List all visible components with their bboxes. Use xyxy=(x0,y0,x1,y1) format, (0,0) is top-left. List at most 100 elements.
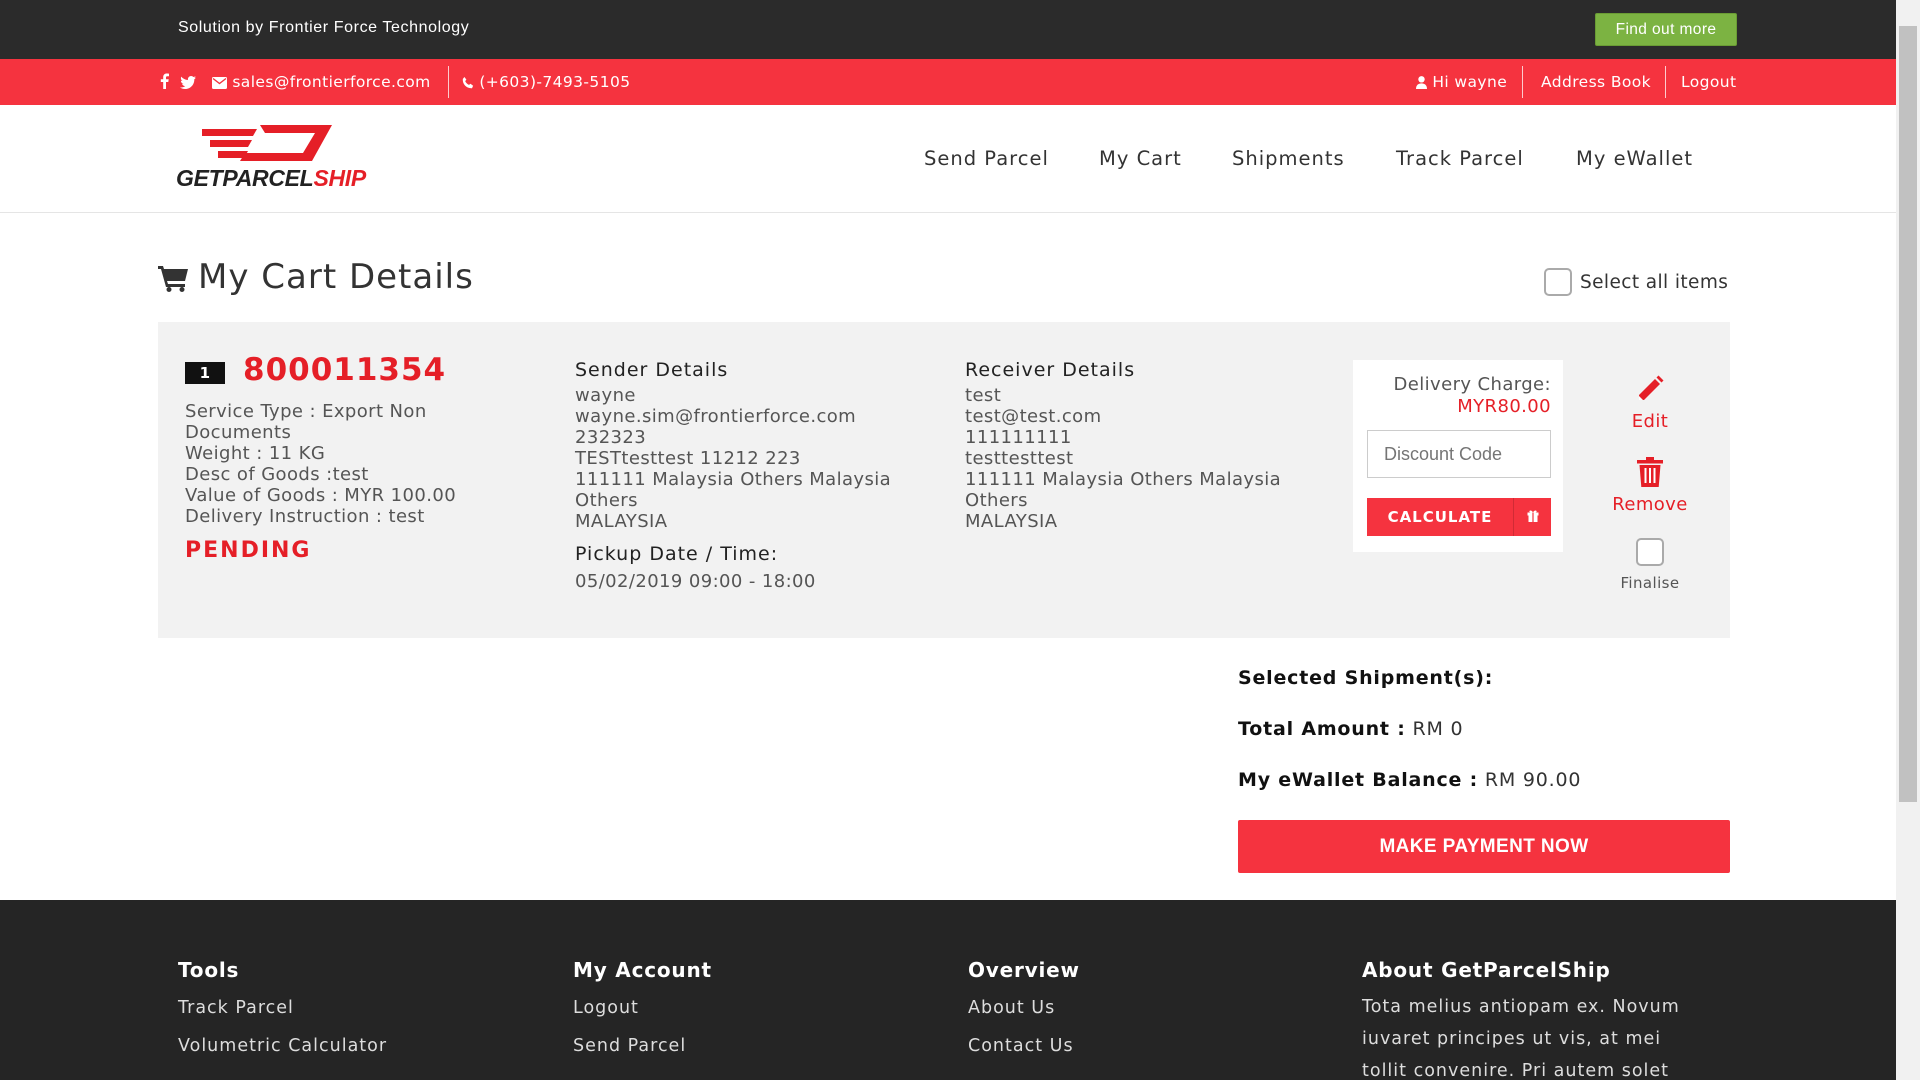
top-banner: Solution by Frontier Force Technology Fi… xyxy=(0,0,1896,59)
pickup-value: 05/02/2019 09:00 - 18:00 xyxy=(575,571,816,592)
pickup-title: Pickup Date / Time: xyxy=(575,543,779,565)
calculate-label: CALCULATE xyxy=(1387,508,1493,526)
footer-link-volumetric-calculator[interactable]: Volumetric Calculator xyxy=(178,1036,387,1074)
delivery-charge-amount: MYR80.00 xyxy=(1457,396,1551,417)
delivery-charge-box: Delivery Charge: MYR80.00 CALCULATE xyxy=(1353,360,1563,552)
sender-line: 111111 Malaysia Others Malaysia Others xyxy=(575,469,892,511)
trash-icon xyxy=(1637,457,1663,487)
solution-by-text: Solution by Frontier Force Technology xyxy=(178,19,470,36)
email-link[interactable]: sales@frontierforce.com xyxy=(212,59,431,105)
discount-code-input[interactable] xyxy=(1367,430,1551,478)
item-index-badge: 1 xyxy=(185,362,225,384)
page-scrollbar[interactable] xyxy=(1896,0,1920,1080)
value-of-goods: Value of Goods : MYR 100.00 xyxy=(185,485,457,506)
find-out-more-button[interactable]: Find out more xyxy=(1595,13,1737,46)
select-all-items[interactable]: Select all items xyxy=(1544,268,1728,296)
nav-send-parcel[interactable]: Send Parcel xyxy=(924,105,1049,213)
sender-details: Sender Details wayne wayne.sim@frontierf… xyxy=(575,359,955,593)
sender-line: TESTtesttest 11212 223 xyxy=(575,448,801,469)
contact-bar: sales@frontierforce.com (+603)-7493-5105… xyxy=(0,59,1896,105)
footer-about-text: Tota melius antiopam ex. Novum iuvaret p… xyxy=(1362,997,1680,1080)
footer-link-contact-us[interactable]: Contact Us xyxy=(968,1036,1080,1074)
receiver-line: test xyxy=(965,385,1002,406)
footer-tools-title: Tools xyxy=(178,958,240,982)
remove-action[interactable]: Remove xyxy=(1595,457,1705,515)
delivery-instruction: Delivery Instruction : test xyxy=(185,506,425,527)
nav-track-parcel[interactable]: Track Parcel xyxy=(1396,105,1524,213)
total-amount: Total Amount : RM 0 xyxy=(1238,718,1463,740)
phone-icon xyxy=(462,77,474,89)
finalise-label: Finalise xyxy=(1620,574,1680,592)
sender-line: MALAYSIA xyxy=(575,511,668,532)
footer-about-title: About GetParcelShip xyxy=(1362,958,1611,982)
receiver-line: testtesttest xyxy=(965,448,1074,469)
total-amount-value: RM 0 xyxy=(1412,718,1464,740)
receiver-line: 111111111 xyxy=(965,427,1072,448)
sender-line: wayne xyxy=(575,385,636,406)
desc-of-goods: Desc of Goods :test xyxy=(185,464,369,485)
finalise-action[interactable]: Finalise xyxy=(1595,538,1705,592)
selected-shipments-label: Selected Shipment(s): xyxy=(1238,667,1494,689)
delivery-charge-label: Delivery Charge: xyxy=(1393,374,1551,395)
phone-link[interactable]: (+603)-7493-5105 xyxy=(462,59,630,105)
shopping-cart-icon xyxy=(158,266,188,292)
footer-my-account: My Account Logout Send Parcel xyxy=(573,958,712,1074)
logo-text: GETPARCELSHIP xyxy=(176,165,366,191)
nav-my-ewallet[interactable]: My eWallet xyxy=(1576,105,1693,213)
make-payment-button[interactable]: MAKE PAYMENT NOW xyxy=(1238,820,1730,873)
receiver-line: test@test.com xyxy=(965,406,1102,427)
footer-link-logout[interactable]: Logout xyxy=(573,998,712,1036)
site-footer: Tools Track Parcel Volumetric Calculator… xyxy=(0,900,1896,1080)
weight: Weight : 11 KG xyxy=(185,443,326,464)
footer-link-send-parcel[interactable]: Send Parcel xyxy=(573,1036,712,1074)
user-icon xyxy=(1416,76,1427,89)
facebook-icon[interactable] xyxy=(160,59,169,105)
phone-text: (+603)-7493-5105 xyxy=(479,73,631,91)
nav-shipments[interactable]: Shipments xyxy=(1232,105,1345,213)
calculate-button[interactable]: CALCULATE xyxy=(1367,498,1551,536)
footer-overview-title: Overview xyxy=(968,958,1080,982)
footer-link-track-parcel[interactable]: Track Parcel xyxy=(178,998,387,1036)
cart-item-card: 1 800011354 Service Type : Export Non Do… xyxy=(158,322,1730,638)
receiver-details-title: Receiver Details xyxy=(965,359,1136,381)
address-book-link[interactable]: Address Book xyxy=(1541,59,1651,105)
status-badge: PENDING xyxy=(185,538,312,563)
footer-overview: Overview About Us Contact Us xyxy=(968,958,1080,1074)
select-all-checkbox[interactable] xyxy=(1544,268,1572,296)
receiver-line: 111111 Malaysia Others Malaysia Others xyxy=(965,469,1282,511)
page-title-text: My Cart Details xyxy=(198,257,474,297)
edit-label: Edit xyxy=(1631,411,1669,432)
footer-account-title: My Account xyxy=(573,958,712,982)
awb-number: 800011354 xyxy=(243,352,447,388)
getparcelship-logo[interactable]: GETPARCELSHIP xyxy=(176,125,366,195)
page-title: My Cart Details xyxy=(158,257,474,297)
user-greeting[interactable]: Hi wayne xyxy=(1416,59,1507,105)
receiver-details: Receiver Details test test@test.com 1111… xyxy=(965,359,1345,533)
footer-link-about-us[interactable]: About Us xyxy=(968,998,1080,1036)
logo-mark-icon xyxy=(202,125,332,161)
nav-my-cart[interactable]: My Cart xyxy=(1099,105,1182,213)
ewallet-balance: My eWallet Balance : RM 90.00 xyxy=(1238,769,1581,791)
footer-about: About GetParcelShip Tota melius antiopam… xyxy=(1362,958,1697,1080)
finalise-checkbox[interactable] xyxy=(1636,538,1664,566)
logout-link[interactable]: Logout xyxy=(1681,59,1736,105)
gift-icon xyxy=(1513,498,1551,536)
greeting-text: Hi wayne xyxy=(1432,73,1508,91)
service-type: Service Type : Export Non Documents xyxy=(185,401,427,443)
twitter-icon[interactable] xyxy=(180,59,196,105)
select-all-label: Select all items xyxy=(1580,272,1729,293)
envelope-icon xyxy=(212,77,227,89)
ewallet-balance-value: RM 90.00 xyxy=(1484,769,1582,791)
scrollbar-thumb[interactable] xyxy=(1899,26,1917,802)
total-amount-label: Total Amount : xyxy=(1238,718,1406,740)
pencil-icon xyxy=(1639,375,1664,400)
remove-label: Remove xyxy=(1612,494,1688,515)
sender-line: wayne.sim@frontierforce.com xyxy=(575,406,857,427)
ewallet-balance-label: My eWallet Balance : xyxy=(1238,769,1479,791)
receiver-line: MALAYSIA xyxy=(965,511,1058,532)
edit-action[interactable]: Edit xyxy=(1595,374,1705,432)
main-header: GETPARCELSHIP Send Parcel My Cart Shipme… xyxy=(0,105,1896,213)
sender-line: 232323 xyxy=(575,427,647,448)
sender-details-title: Sender Details xyxy=(575,359,729,381)
email-text: sales@frontierforce.com xyxy=(232,73,431,91)
